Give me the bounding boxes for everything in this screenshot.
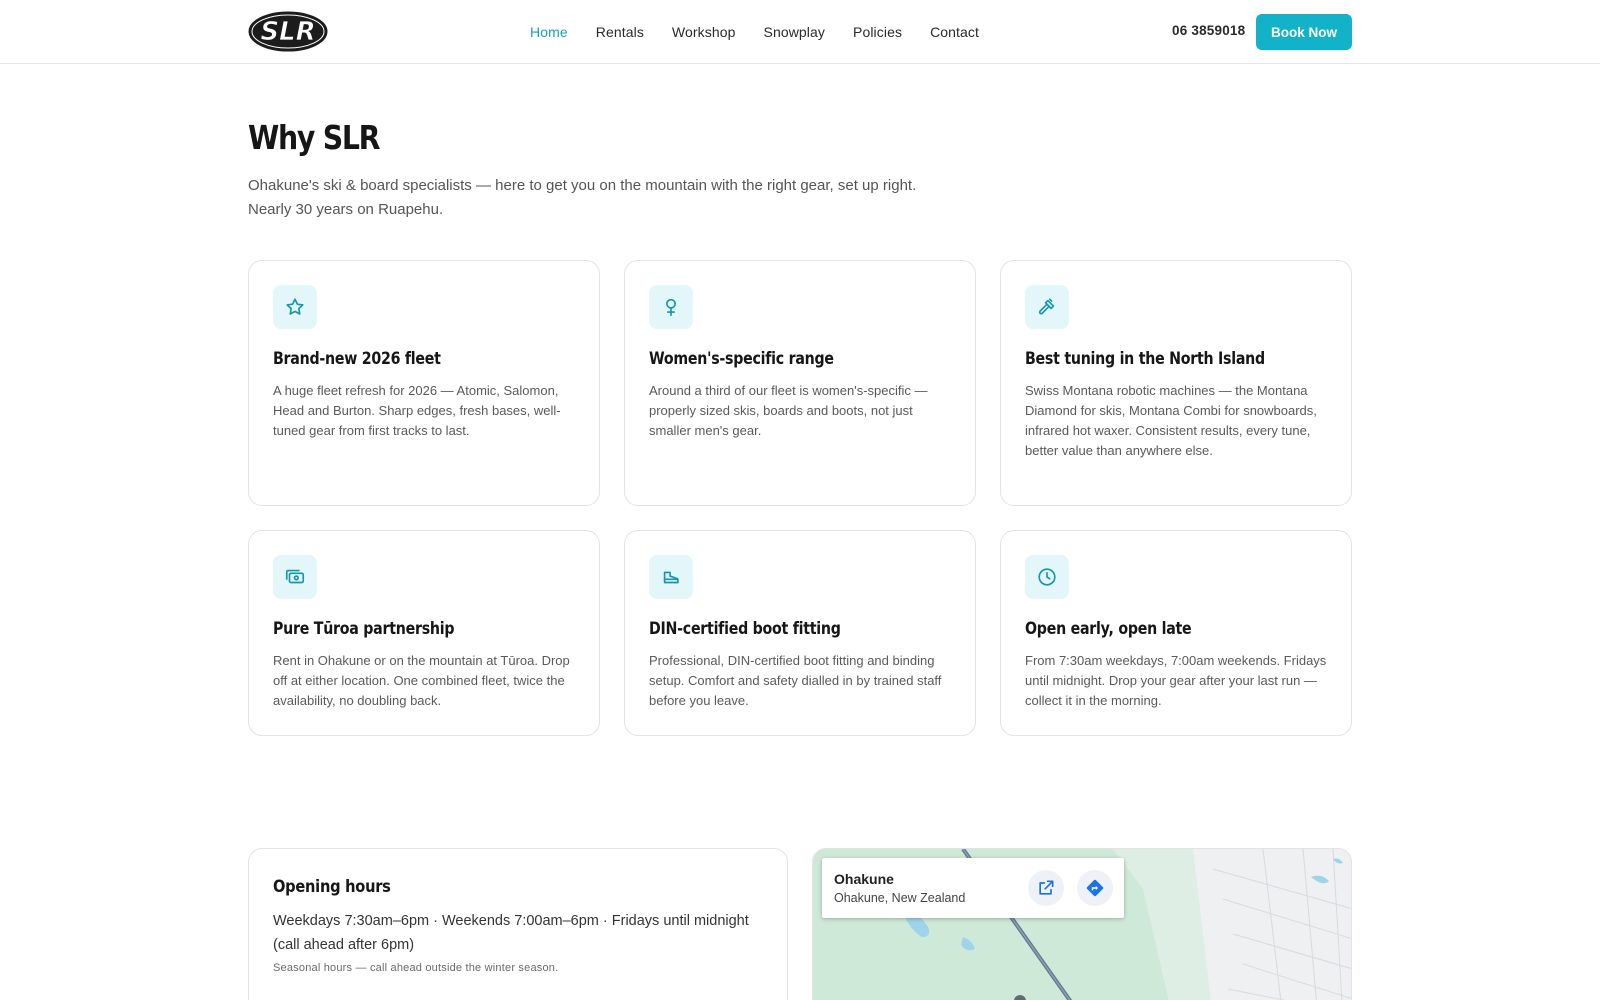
nav-workshop[interactable]: Workshop	[672, 24, 736, 40]
feature-title: Pure Tūroa partnership	[273, 619, 455, 638]
directions-icon[interactable]	[1077, 870, 1113, 906]
feature-text: Professional, DIN-certified boot fitting…	[649, 653, 942, 708]
cash-icon	[273, 555, 317, 599]
subtitle-line-2: Nearly 30 years on Ruapehu.	[248, 201, 444, 218]
feature-card-fleet: Brand-new 2026 fleet A huge fleet refres…	[248, 260, 600, 506]
page-title: Why SLR	[248, 118, 381, 157]
external-link-icon[interactable]	[1028, 870, 1064, 906]
location-map[interactable]: Ohakune Ohakune, New Zealand	[812, 848, 1352, 1000]
feature-text: Around a third of our fleet is women's-s…	[649, 383, 928, 438]
feature-title: Best tuning in the North Island	[1025, 349, 1265, 368]
slr-logo[interactable]: SLR	[248, 11, 328, 52]
feature-card-turoa: Pure Tūroa partnership Rent in Ohakune o…	[248, 530, 600, 736]
subtitle-line-1: Ohakune's ski & board specialists — here…	[248, 177, 917, 194]
nav-contact[interactable]: Contact	[930, 24, 979, 40]
feature-card-hours: Open early, open late From 7:30am weekda…	[1000, 530, 1352, 736]
feature-title: Open early, open late	[1025, 619, 1192, 638]
feature-text: A huge fleet refresh for 2026 — Atomic, …	[273, 383, 561, 438]
feature-title: DIN-certified boot fitting	[649, 619, 841, 638]
opening-hours-card: Opening hours Weekdays 7:30am–6pm · Week…	[248, 848, 788, 1000]
phone-link[interactable]: 06 3859018	[1172, 23, 1245, 38]
female-symbol-icon	[649, 285, 693, 329]
opening-hours-note: Seasonal hours — call ahead outside the …	[273, 962, 559, 974]
feature-text: Rent in Ohakune or on the mountain at Tū…	[273, 653, 570, 708]
nav-policies[interactable]: Policies	[853, 24, 902, 40]
feature-card-bootfit: DIN-certified boot fitting Professional,…	[624, 530, 976, 736]
star-icon	[273, 285, 317, 329]
nav-rentals[interactable]: Rentals	[596, 24, 644, 40]
feature-text: From 7:30am weekdays, 7:00am weekends. F…	[1025, 653, 1327, 708]
opening-hours-text: Weekdays 7:30am–6pm · Weekends 7:00am–6p…	[273, 913, 749, 953]
feature-card-womens: Women's-specific range Around a third of…	[624, 260, 976, 506]
feature-text: Swiss Montana robotic machines — the Mon…	[1025, 383, 1317, 458]
map-place-name: Ohakune	[834, 871, 894, 887]
map-place-address: Ohakune, New Zealand	[834, 891, 966, 905]
book-now-button[interactable]: Book Now	[1256, 14, 1352, 50]
map-info-box: Ohakune Ohakune, New Zealand	[822, 858, 1124, 918]
main-nav: Home Rentals Workshop Snowplay Policies …	[530, 0, 1007, 63]
feature-title: Women's-specific range	[649, 349, 834, 368]
logo-text: SLR	[260, 17, 315, 47]
nav-snowplay[interactable]: Snowplay	[764, 24, 826, 40]
feature-title: Brand-new 2026 fleet	[273, 349, 441, 368]
hammer-icon	[1025, 285, 1069, 329]
boot-icon	[649, 555, 693, 599]
feature-card-tuning: Best tuning in the North Island Swiss Mo…	[1000, 260, 1352, 506]
clock-icon	[1025, 555, 1069, 599]
site-header: SLR Home Rentals Workshop Snowplay Polic…	[0, 0, 1600, 64]
opening-hours-title: Opening hours	[273, 877, 391, 897]
nav-home[interactable]: Home	[530, 24, 568, 40]
intro-subtitle: Ohakune's ski & board specialists — here…	[248, 174, 948, 222]
